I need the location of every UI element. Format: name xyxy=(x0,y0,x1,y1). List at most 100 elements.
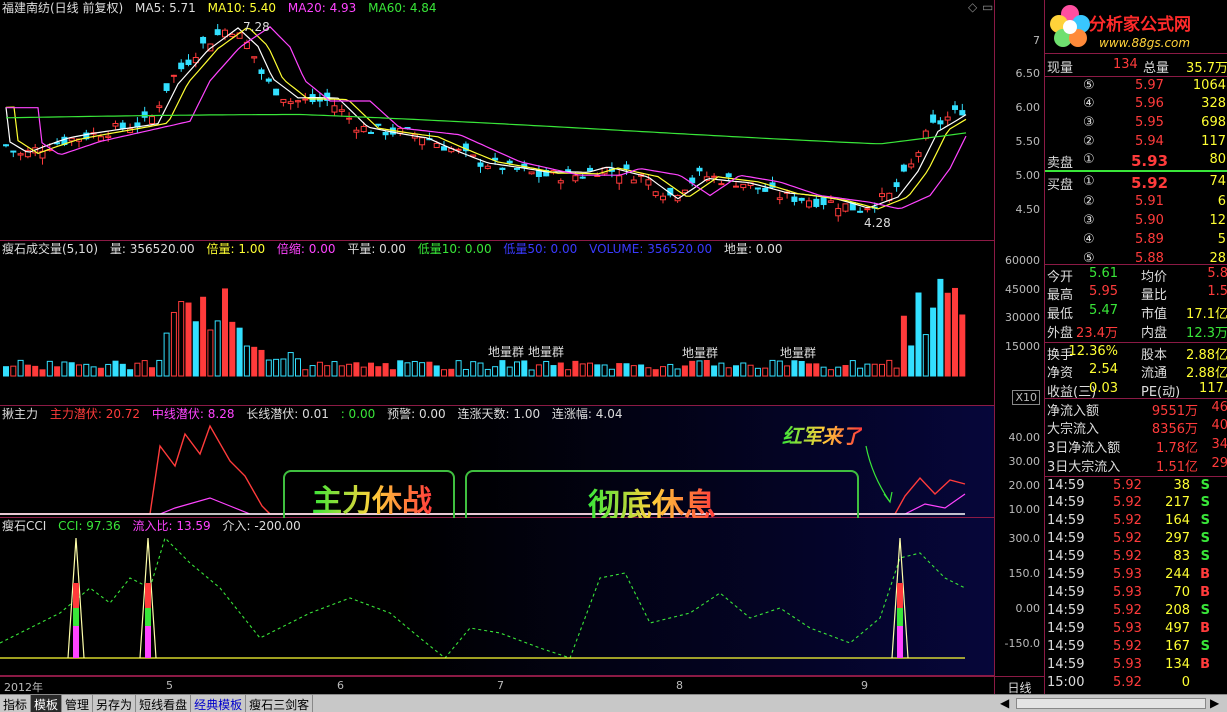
volume-legend: 瘦石成交量(5,10) 量: 356520.00 倍量: 1.00 倍缩: 0.… xyxy=(2,242,791,256)
buy-volume: 6 xyxy=(1217,194,1226,209)
flow-value: 1.51亿 xyxy=(1156,460,1198,475)
hongjun-callout: 红军来了 xyxy=(782,420,862,449)
volume-tick: 45000 xyxy=(1005,283,1040,296)
volume-bar xyxy=(922,334,929,377)
tick-price: 5.92 xyxy=(1113,549,1142,564)
tick-time: 14:59 xyxy=(1047,531,1085,546)
tick-time: 14:59 xyxy=(1047,478,1085,493)
sell-volume: 328 xyxy=(1201,96,1226,111)
candle-body xyxy=(214,29,221,36)
tab-3[interactable]: 另存为 xyxy=(93,695,137,712)
flow-value: 8356万 xyxy=(1151,422,1198,437)
site-name: 分析家公式网 xyxy=(1089,15,1191,35)
stat-row: 最高 5.95 量比 1.5 xyxy=(1045,283,1227,303)
scroll-left-icon[interactable]: ◀ xyxy=(1000,696,1009,710)
volume-bar xyxy=(791,360,798,377)
volume-bar xyxy=(762,367,769,377)
volume-chart[interactable] xyxy=(0,241,994,406)
volume-bar xyxy=(572,360,579,377)
volume-bar xyxy=(10,365,17,377)
tab-1[interactable]: 模板 xyxy=(31,695,63,712)
buy-volume: 5 xyxy=(1217,232,1226,247)
sell-price: 5.97 xyxy=(1135,78,1164,93)
buy1-price: 5.92 xyxy=(1131,174,1169,192)
tab-2[interactable]: 管理 xyxy=(62,695,94,712)
volume-v-value: VOLUME: 356520.00 xyxy=(589,242,713,256)
zhuli-tick: 40.00 xyxy=(1008,431,1041,444)
tab-5[interactable]: 经典模板 xyxy=(191,695,247,712)
volume-pane[interactable]: 瘦石成交量(5,10) 量: 356520.00 倍量: 1.00 倍缩: 0.… xyxy=(0,241,994,406)
diamond-icon[interactable]: ◇ xyxy=(968,0,977,14)
cci-spike-green xyxy=(73,608,79,626)
volume-bar xyxy=(222,288,228,377)
candle-body xyxy=(170,74,177,77)
tab-6[interactable]: 瘦石三剑客 xyxy=(246,695,314,712)
price-tick: 6.00 xyxy=(1015,101,1041,114)
xianliang-value: 134 xyxy=(1113,57,1138,72)
volume-bar xyxy=(441,369,447,377)
tick-time: 14:59 xyxy=(1047,513,1085,528)
volume-bar xyxy=(141,360,148,377)
candle-body xyxy=(718,183,725,186)
tick-price: 5.92 xyxy=(1113,603,1142,618)
tab-4[interactable]: 短线看盘 xyxy=(136,695,192,712)
volume-bar xyxy=(864,363,871,377)
month-label: 9 xyxy=(861,679,868,692)
kline-chart[interactable] xyxy=(0,0,994,241)
volume-bar xyxy=(236,327,243,377)
volume-bar xyxy=(404,362,411,377)
cci-pane[interactable]: 瘦石CCI CCI: 97.36 流入比: 13.59 介入: -200.00 xyxy=(0,518,994,676)
volume-bar xyxy=(638,364,645,377)
cci-spike-red xyxy=(897,583,903,608)
cci-chart[interactable] xyxy=(0,518,994,676)
volume-bar xyxy=(448,368,455,377)
sell-volume: 1064 xyxy=(1192,78,1226,93)
volume-bar xyxy=(149,367,155,377)
volume-bar xyxy=(382,363,389,377)
stat-value: 12.3万 xyxy=(1186,326,1227,341)
volume-bar xyxy=(703,360,710,377)
volume-bar xyxy=(565,369,572,377)
level-icon: ③ xyxy=(1083,213,1095,228)
ma10-label: MA10: 5.40 xyxy=(207,1,277,15)
volume-bar xyxy=(616,363,623,377)
zhuli-pane[interactable]: 揪主力 主力潜伏: 20.72 中线潜伏: 8.28 长线潜伏: 0.01 : … xyxy=(0,406,994,532)
cci-tick: -150.0 xyxy=(1004,637,1040,650)
scroll-right-icon[interactable]: ▶ xyxy=(1210,696,1219,710)
tick-row: 14:59 5.92 83 S xyxy=(1045,548,1227,566)
stat-row: 外盘 23.4万 内盘 12.3万 xyxy=(1045,321,1227,341)
period-label[interactable]: 日线 xyxy=(994,676,1044,695)
cci-spike-magenta xyxy=(73,626,79,658)
candle-body xyxy=(733,185,739,188)
candle-body xyxy=(711,175,718,178)
candle-body xyxy=(514,167,520,170)
price-tick: 5.50 xyxy=(1015,135,1041,148)
candle-body xyxy=(68,137,75,142)
tab-0[interactable]: 指标 xyxy=(0,695,32,712)
candle-body xyxy=(419,137,426,146)
maximize-icon[interactable]: ▭ xyxy=(982,0,993,14)
low-price-label: 4.28 xyxy=(864,216,891,230)
sell-price: 5.96 xyxy=(1135,96,1164,111)
volume-bar xyxy=(170,311,177,377)
candle-body xyxy=(937,120,944,125)
tick-time: 14:59 xyxy=(1047,567,1085,582)
tick-side: S xyxy=(1200,495,1210,510)
tick-side: S xyxy=(1200,639,1210,654)
candle-body xyxy=(820,197,827,206)
scroll-bar[interactable] xyxy=(1016,698,1206,709)
zhuli-title: 揪主力 xyxy=(2,407,39,421)
volume-bar xyxy=(930,307,937,377)
diliang-annotation: 地量群 xyxy=(488,345,525,359)
kline-pane[interactable]: 福建南纺(日线 前复权) MA5: 5.71 MA10: 5.40 MA20: … xyxy=(0,0,994,241)
volume-bar xyxy=(871,363,878,377)
stat-label: 最高 xyxy=(1047,288,1074,303)
tick-price: 5.92 xyxy=(1113,513,1142,528)
tick-side: B xyxy=(1200,567,1210,582)
volume-bar xyxy=(200,296,207,377)
tick-volume: 0 xyxy=(1181,675,1190,690)
fin-row: 收益(三) 0.03 PE(动) 117. xyxy=(1045,380,1227,400)
flow-row: 3日大宗流入 1.51亿 29 xyxy=(1045,455,1227,475)
candle-body xyxy=(338,109,345,112)
ma20-label: MA20: 4.93 xyxy=(287,1,357,15)
